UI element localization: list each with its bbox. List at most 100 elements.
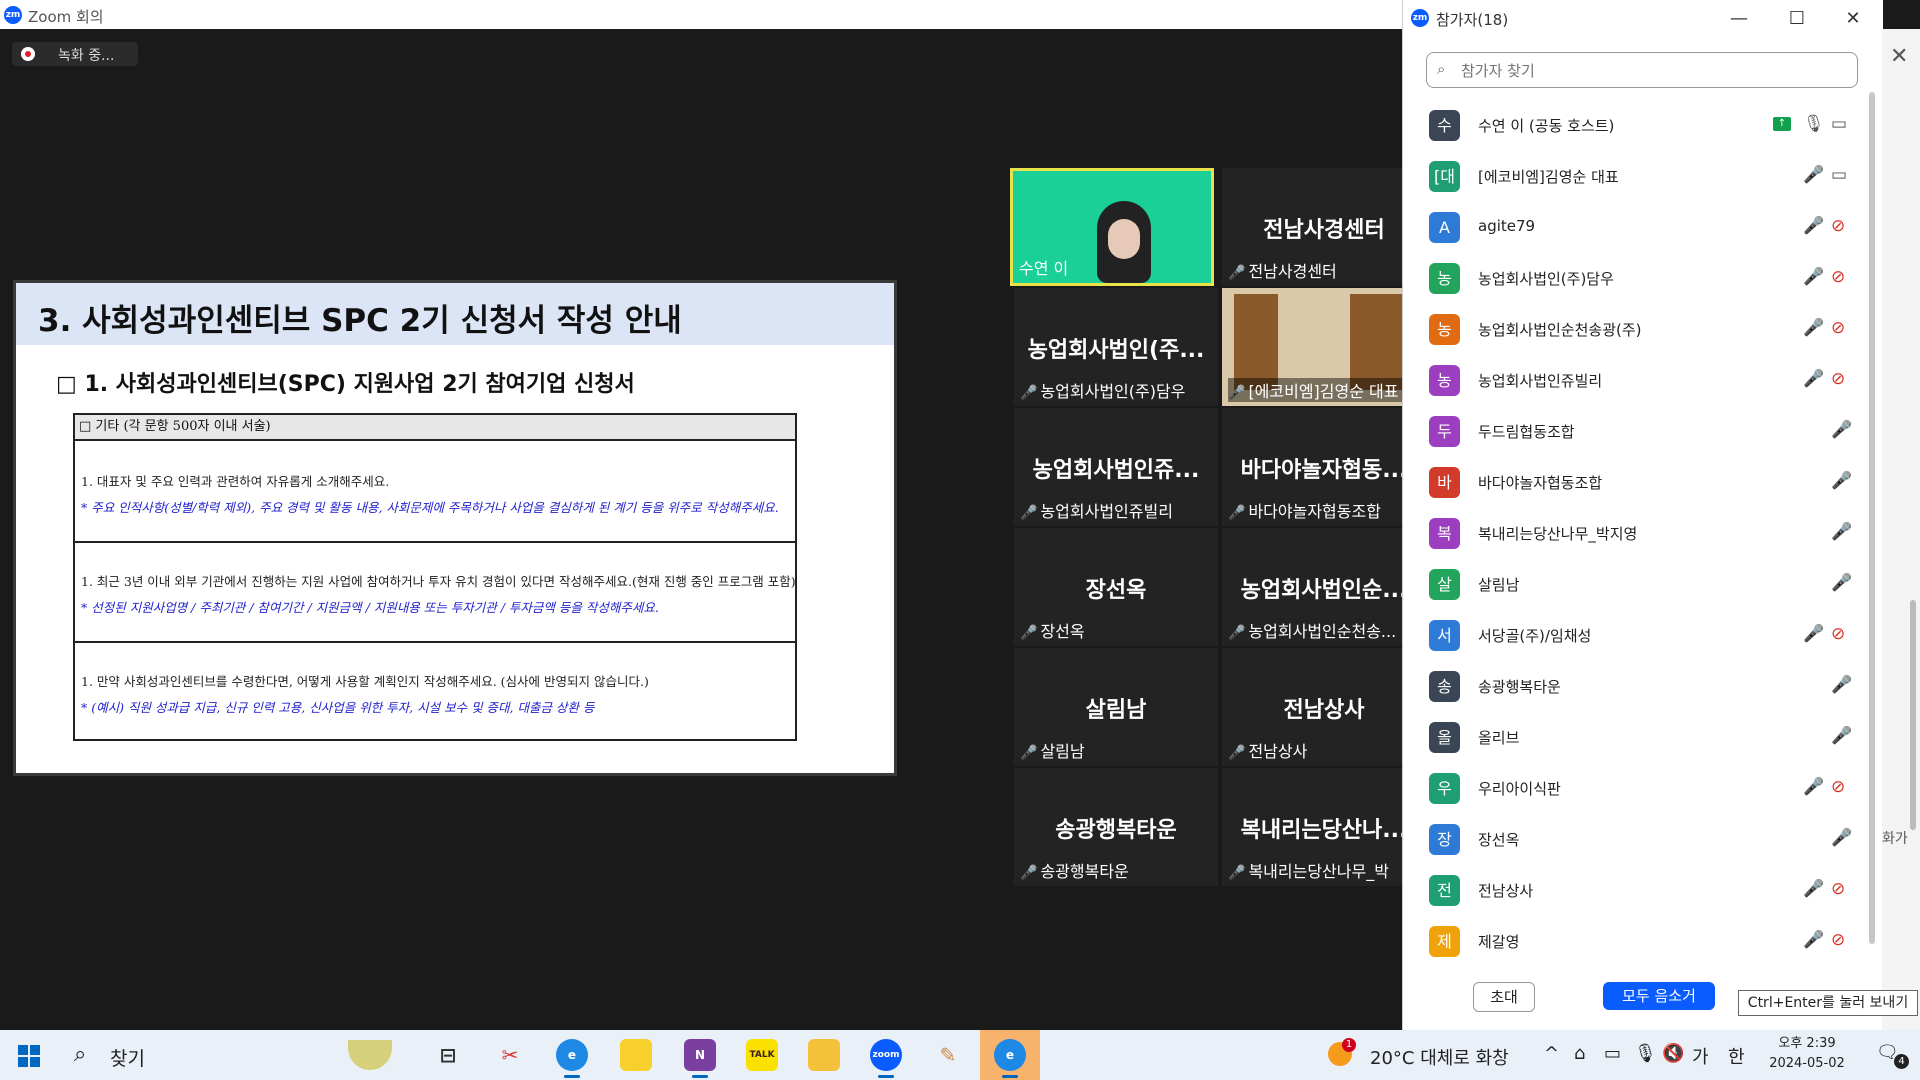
participant-row[interactable]: 수 수연 이 (공동 호스트) ↑ 🎙 ▭ xyxy=(1403,102,1863,153)
mic-muted-icon[interactable]: 🎤 xyxy=(1831,726,1852,746)
participant-row[interactable]: 전 전남상사 🎤 ⊘ xyxy=(1403,867,1863,918)
search-highlight-icon[interactable] xyxy=(348,1040,392,1070)
camera-off-icon[interactable]: ⊘ xyxy=(1831,624,1845,644)
video-tile[interactable]: 전남사경센터 🎤 전남사경센터 xyxy=(1222,168,1426,286)
recording-indicator[interactable]: 녹화 중... xyxy=(12,42,138,66)
battery-icon[interactable]: ▭ xyxy=(1604,1043,1621,1064)
onenote-icon[interactable]: N xyxy=(684,1039,716,1078)
camera-off-icon[interactable]: ⊘ xyxy=(1831,369,1845,389)
start-tile xyxy=(18,1045,28,1055)
close-icon[interactable]: ✕ xyxy=(1890,44,1908,69)
camera-off-icon[interactable]: ⊘ xyxy=(1831,318,1845,338)
ime-mode[interactable]: 한 xyxy=(1728,1043,1745,1069)
chevron-up-icon[interactable]: ^ xyxy=(1544,1043,1559,1064)
ime-language[interactable]: 가 xyxy=(1692,1043,1709,1069)
microphone-icon[interactable]: 🎙 xyxy=(1634,1043,1657,1064)
participant-search[interactable]: ⌕ xyxy=(1426,52,1858,88)
mic-muted-icon[interactable]: 🎤 xyxy=(1803,777,1824,797)
video-tile[interactable]: 농업회사법인(주... 🎤 농업회사법인(주)담우 xyxy=(1014,288,1218,406)
record-icon xyxy=(21,47,35,61)
video-tile[interactable]: 농업회사법인순... 🎤 농업회사법인순천송... xyxy=(1222,528,1426,646)
participant-row[interactable]: 올 올리브 🎤 xyxy=(1403,714,1863,765)
video-tile[interactable]: 농업회사법인쥬... 🎤 농업회사법인쥬빌리 xyxy=(1014,408,1218,526)
tile-name: 송광행복타운 xyxy=(1055,818,1177,843)
minimize-button[interactable]: — xyxy=(1723,4,1755,34)
participant-row[interactable]: 장 장선옥 🎤 xyxy=(1403,816,1863,867)
participant-search-input[interactable] xyxy=(1459,59,1843,83)
invite-button[interactable]: 초대 xyxy=(1473,982,1535,1012)
taskbar-search[interactable]: ⌕ 찾기 xyxy=(58,1040,344,1070)
video-tile[interactable]: 전남상사 🎤 전남상사 xyxy=(1222,648,1426,766)
video-tile[interactable]: 송광행복타운 🎤 송광행복타운 xyxy=(1014,768,1218,886)
mic-muted-icon[interactable]: 🎤 xyxy=(1803,369,1824,389)
mic-muted-icon[interactable]: 🎤 xyxy=(1803,930,1824,950)
video-tile-self[interactable]: 수연 이 xyxy=(1010,168,1214,286)
avatar: 농 xyxy=(1429,314,1460,345)
weather-text[interactable]: 20°C 대체로 화창 xyxy=(1370,1044,1509,1070)
sticky-notes-icon[interactable] xyxy=(620,1039,652,1071)
paint-icon[interactable]: ✎ xyxy=(932,1039,964,1071)
participant-row[interactable]: [대 [에코비엠]김영순 대표 🎤 ▭ xyxy=(1403,153,1863,204)
mic-muted-icon[interactable]: 🎤 xyxy=(1831,471,1852,491)
tile-name: 전남사경센터 xyxy=(1263,218,1385,243)
mic-muted-icon[interactable]: 🎤 xyxy=(1831,522,1852,542)
participant-list-scrollbar[interactable] xyxy=(1869,92,1875,944)
participant-row[interactable]: 농 농업회사법인(주)담우 🎤 ⊘ xyxy=(1403,255,1863,306)
mic-muted-icon[interactable]: 🎤 xyxy=(1831,828,1852,848)
participant-row[interactable]: 우 우리아이식판 🎤 ⊘ xyxy=(1403,765,1863,816)
video-tile[interactable]: 장선옥 🎤 장선옥 xyxy=(1014,528,1218,646)
windows-start-icon[interactable] xyxy=(18,1045,40,1067)
mute-all-button[interactable]: 모두 음소거 xyxy=(1603,982,1715,1010)
video-tile[interactable]: 살림남 🎤 살림남 xyxy=(1014,648,1218,766)
window-title: Zoom 회의 xyxy=(28,8,104,26)
zoom-app-icon[interactable]: zoom xyxy=(870,1039,902,1078)
participant-row[interactable]: 농 농업회사법인순천송광(주) 🎤 ⊘ xyxy=(1403,306,1863,357)
camera-icon[interactable]: ▭ xyxy=(1831,114,1847,134)
participant-row[interactable]: 농 농업회사법인쥬빌리 🎤 ⊘ xyxy=(1403,357,1863,408)
participant-row[interactable]: 두 두드림협동조합 🎤 xyxy=(1403,408,1863,459)
close-button[interactable]: ✕ xyxy=(1837,4,1869,34)
participant-row[interactable]: 바 바다야놀자협동조합 🎤 xyxy=(1403,459,1863,510)
participant-row[interactable]: 살 살림남 🎤 xyxy=(1403,561,1863,612)
background-scrollbar[interactable] xyxy=(1910,600,1916,830)
edge-browser-window-icon[interactable]: e xyxy=(994,1039,1026,1078)
participant-row[interactable]: 송 송광행복타운 🎤 xyxy=(1403,663,1863,714)
participant-row[interactable]: A agite79 🎤 ⊘ xyxy=(1403,204,1863,255)
camera-off-icon[interactable]: ⊘ xyxy=(1831,777,1845,797)
participant-row[interactable]: 서 서당골(주)/임채성 🎤 ⊘ xyxy=(1403,612,1863,663)
snipping-tool-icon[interactable]: ✂ xyxy=(494,1039,526,1071)
video-tile[interactable]: 바다야놀자협동... 🎤 바다야놀자협동조합 xyxy=(1222,408,1426,526)
video-tile[interactable]: 복내리는당산나... 🎤 복내리는당산나무_박 xyxy=(1222,768,1426,886)
mic-muted-icon[interactable]: 🎤 xyxy=(1803,624,1824,644)
tile-label-row: 🎤 복내리는당산나무_박 xyxy=(1228,858,1426,882)
speaker-muted-icon[interactable]: 🔇 xyxy=(1662,1043,1684,1064)
mic-muted-icon[interactable]: 🎤 xyxy=(1831,573,1852,593)
mic-muted-icon[interactable]: 🎤 xyxy=(1803,216,1824,236)
taskbar-search-label: 찾기 xyxy=(110,1048,145,1070)
kakaotalk-icon[interactable]: TALK xyxy=(746,1039,778,1071)
mic-muted-icon[interactable]: 🎤 xyxy=(1803,318,1824,338)
camera-off-icon[interactable]: ⊘ xyxy=(1831,267,1845,287)
mic-icon[interactable]: 🎙 xyxy=(1803,114,1825,134)
file-explorer-icon[interactable] xyxy=(808,1039,840,1071)
tile-label: 농업회사법인쥬빌리 xyxy=(1040,502,1173,521)
camera-icon[interactable]: ▭ xyxy=(1831,165,1847,185)
maximize-button[interactable]: ☐ xyxy=(1781,4,1813,34)
camera-off-icon[interactable]: ⊘ xyxy=(1831,930,1845,950)
mic-muted-icon[interactable]: 🎤 xyxy=(1831,675,1852,695)
mic-muted-icon[interactable]: 🎤 xyxy=(1831,420,1852,440)
participant-row[interactable]: 제 제갈영 🎤 ⊘ xyxy=(1403,918,1863,969)
mic-muted-icon: 🎤 xyxy=(1020,625,1038,641)
network-icon[interactable]: ⌂ xyxy=(1574,1043,1585,1064)
edge-browser-icon[interactable]: e xyxy=(556,1039,588,1078)
mic-muted-icon[interactable]: 🎤 xyxy=(1803,267,1824,287)
mic-muted-icon[interactable]: 🎤 xyxy=(1803,879,1824,899)
participant-row[interactable]: 복 복내리는당산나무_박지영 🎤 xyxy=(1403,510,1863,561)
camera-off-icon[interactable]: ⊘ xyxy=(1831,216,1845,236)
video-tile[interactable]: 🎤 [에코비엠]김영순 대표 xyxy=(1222,288,1426,406)
mic-muted-icon[interactable]: 🎤 xyxy=(1803,165,1824,185)
task-view-icon[interactable]: ⊟ xyxy=(432,1039,464,1071)
camera-off-icon[interactable]: ⊘ xyxy=(1831,879,1845,899)
tile-label-row: 🎤 전남상사 xyxy=(1228,738,1426,762)
system-clock[interactable]: 오후 2:39 2024-05-02 xyxy=(1762,1034,1852,1074)
